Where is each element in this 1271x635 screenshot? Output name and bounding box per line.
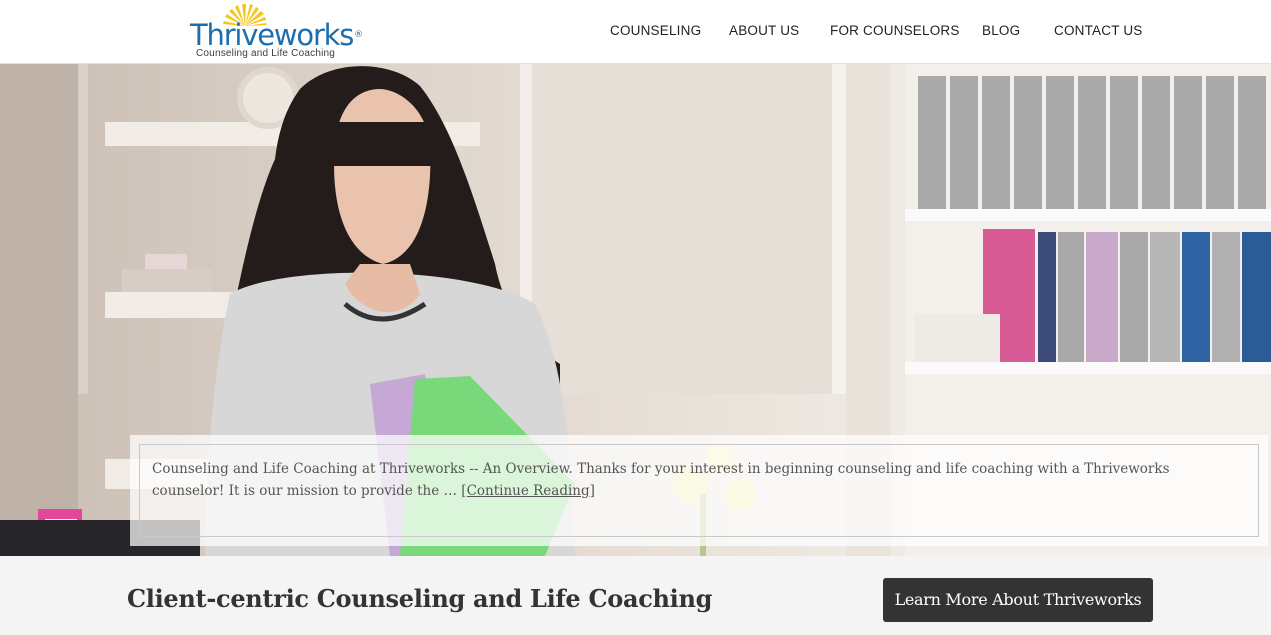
brand-wordmark: Thriveworks® <box>190 18 364 52</box>
nav-item-contact-us[interactable]: CONTACT US <box>1054 23 1143 38</box>
hero-banner: Counseling and Life Coaching at Thrivewo… <box>0 64 1271 556</box>
excerpt-overlay: Counseling and Life Coaching at Thrivewo… <box>130 435 1268 546</box>
brand-tagline: Counseling and Life Coaching <box>196 48 336 59</box>
learn-more-button[interactable]: Learn More About Thriveworks <box>883 578 1153 622</box>
excerpt-text: Counseling and Life Coaching at Thrivewo… <box>152 458 1242 502</box>
nav-item-for-counselors[interactable]: FOR COUNSELORS <box>830 23 960 38</box>
nav-item-blog[interactable]: BLOG <box>982 23 1020 38</box>
excerpt-body: Counseling and Life Coaching at Thrivewo… <box>152 461 1170 499</box>
cta-band: Client-centric Counseling and Life Coach… <box>0 556 1271 635</box>
nav-item-counseling[interactable]: COUNSELING <box>610 23 701 38</box>
continue-reading-link[interactable]: [Continue Reading] <box>461 483 595 499</box>
nav-item-about-us[interactable]: ABOUT US <box>729 23 799 38</box>
site-header: Thriveworks® Counseling and Life Coachin… <box>0 0 1271 64</box>
cta-title: Client-centric Counseling and Life Coach… <box>127 584 713 613</box>
thriveworks-logo[interactable]: Thriveworks® Counseling and Life Coachin… <box>190 4 363 60</box>
